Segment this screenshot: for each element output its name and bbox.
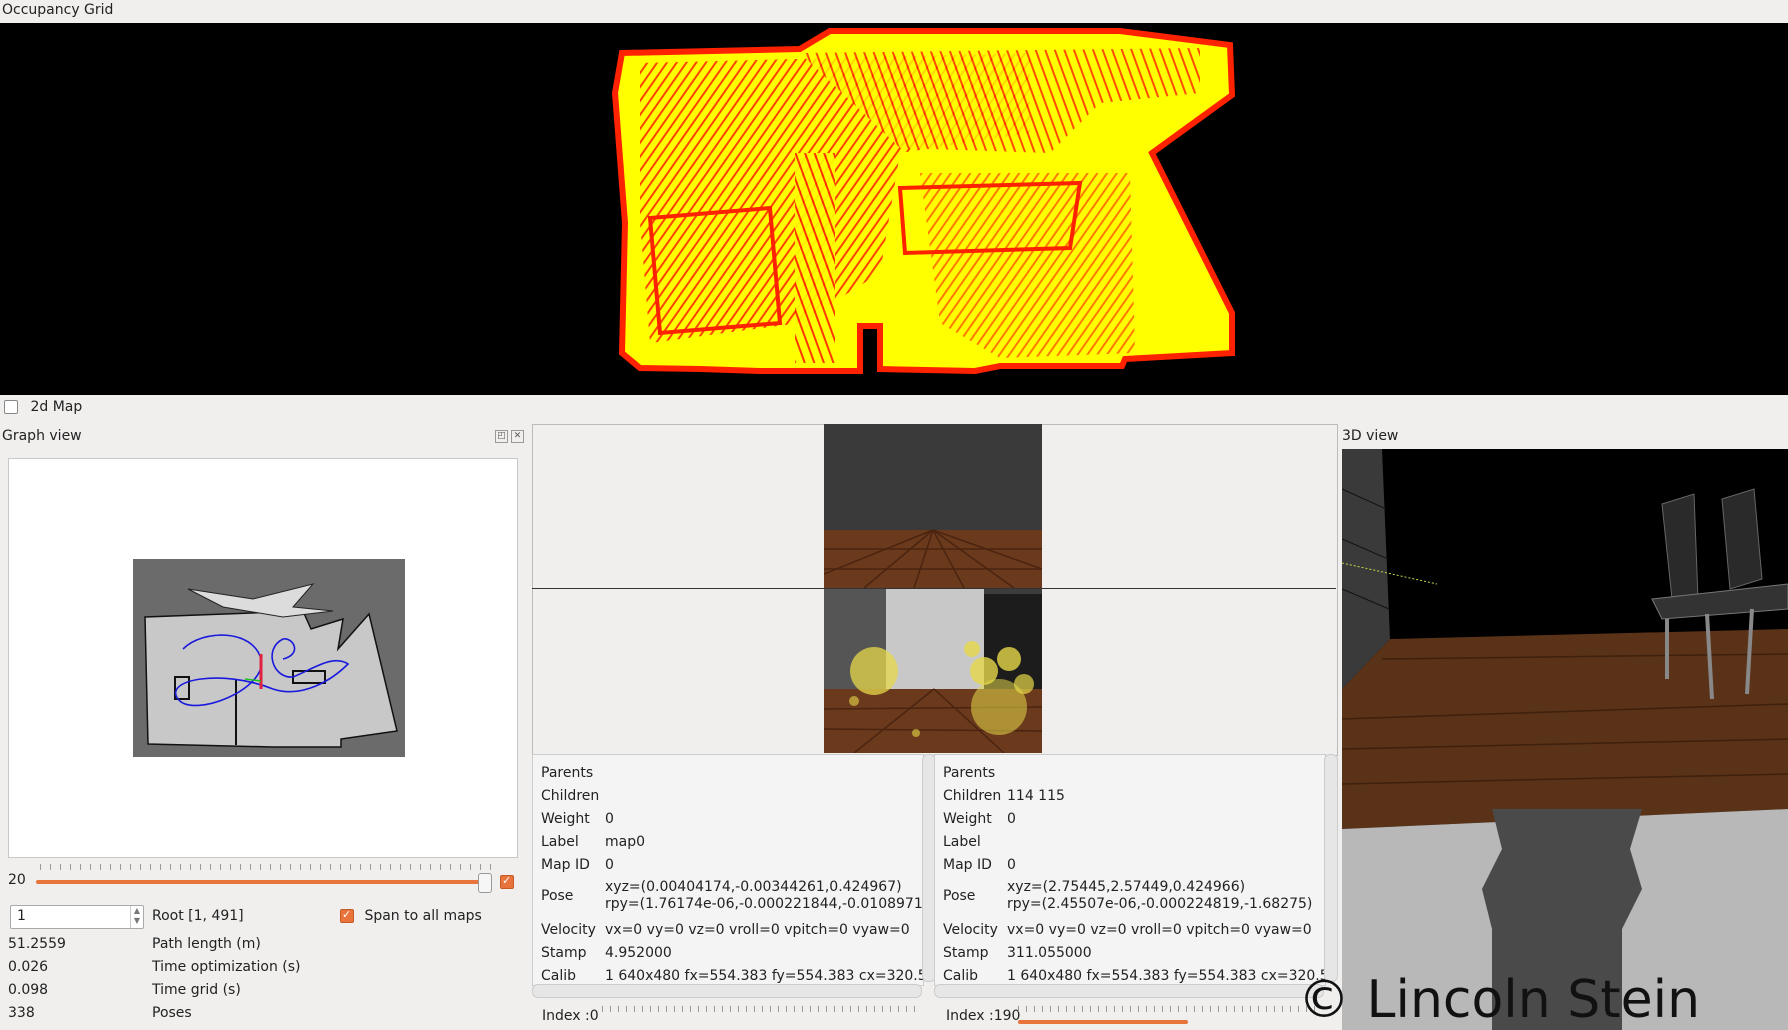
info-key: Calib bbox=[943, 968, 979, 984]
info-value: vx=0 vy=0 vz=0 vroll=0 vpitch=0 vyaw=0 bbox=[1007, 922, 1312, 938]
info-value: 114 115 bbox=[1007, 788, 1065, 804]
info-key: Children bbox=[541, 788, 600, 804]
span-all-maps-checkbox[interactable]: Span to all maps bbox=[340, 908, 482, 924]
watermark-text: © Lincoln Stein bbox=[1298, 970, 1701, 1030]
stat-value: 0.098 bbox=[8, 982, 49, 998]
info-value: rpy=(2.45507e-06,-0.000224819,-1.68275) bbox=[1007, 896, 1313, 912]
3d-view-title: 3D view bbox=[1342, 428, 1399, 444]
info-value: 311.055000 bbox=[1007, 945, 1092, 961]
info-value: map0 bbox=[605, 834, 646, 850]
stat-label: Poses bbox=[152, 1005, 192, 1021]
info-key: Label bbox=[541, 834, 579, 850]
info-key: Pose bbox=[541, 888, 574, 904]
info-value: 0 bbox=[605, 857, 614, 873]
graph-iteration-slider[interactable]: 20 bbox=[8, 862, 516, 902]
node-right-image bbox=[824, 589, 1042, 753]
info-key: Stamp bbox=[541, 945, 587, 961]
slider-ticks bbox=[40, 864, 492, 870]
info-key: Velocity bbox=[943, 922, 998, 938]
info-key: Stamp bbox=[943, 945, 989, 961]
2d-map-label: 2d Map bbox=[30, 399, 83, 415]
node-left-hscroll[interactable] bbox=[532, 984, 922, 998]
info-key: Parents bbox=[541, 765, 594, 781]
node-left-index-slider[interactable] bbox=[602, 1006, 918, 1012]
root-spinbox-value: 1 bbox=[17, 908, 26, 924]
node-left-info: Parents Children Weight 0 Label map0 Map… bbox=[532, 754, 924, 986]
node-left-index-label: Index :0 bbox=[542, 1008, 599, 1024]
occupancy-map-image bbox=[611, 28, 1236, 375]
graph-view-canvas[interactable] bbox=[8, 458, 518, 858]
spinbox-arrows-icon[interactable]: ▲ ▼ bbox=[130, 906, 143, 928]
slider-handle[interactable] bbox=[478, 873, 492, 893]
info-value: xyz=(2.75445,2.57449,0.424966) bbox=[1007, 879, 1246, 895]
slider-value: 20 bbox=[8, 872, 26, 888]
info-key: Children bbox=[943, 788, 1002, 804]
info-value: 4.952000 bbox=[605, 945, 672, 961]
info-key: Weight bbox=[541, 811, 590, 827]
root-label: Root [1, 491] bbox=[152, 908, 244, 924]
info-key: Label bbox=[943, 834, 981, 850]
slider-enable-checkbox[interactable] bbox=[500, 874, 514, 889]
info-key: Calib bbox=[541, 968, 577, 984]
info-value: 0 bbox=[1007, 857, 1016, 873]
node-right-index-label: Index :190 bbox=[946, 1008, 1021, 1024]
info-value: vx=0 vy=0 vz=0 vroll=0 vpitch=0 vyaw=0 bbox=[605, 922, 910, 938]
2d-map-check[interactable] bbox=[4, 400, 18, 414]
info-key: Pose bbox=[943, 888, 976, 904]
graph-map-image bbox=[133, 559, 405, 757]
stat-value: 51.2559 bbox=[8, 936, 66, 952]
float-icon[interactable]: ◰ bbox=[495, 430, 508, 443]
root-spinbox[interactable]: 1 ▲ ▼ bbox=[10, 905, 144, 929]
info-value: xyz=(0.00404174,-0.00344261,0.424967) bbox=[605, 879, 902, 895]
stat-value: 0.026 bbox=[8, 959, 49, 975]
info-value: 0 bbox=[605, 811, 614, 827]
2d-map-checkbox[interactable]: 2d Map bbox=[4, 399, 82, 415]
info-key: Map ID bbox=[943, 857, 992, 873]
span-all-maps-check[interactable] bbox=[340, 908, 354, 923]
stat-label: Time optimization (s) bbox=[152, 959, 301, 975]
occupancy-grid-title: Occupancy Grid bbox=[2, 2, 114, 18]
close-icon[interactable]: ✕ bbox=[511, 430, 524, 443]
graph-view-dock-buttons: ◰ ✕ bbox=[492, 428, 524, 443]
stat-value: 338 bbox=[8, 1005, 35, 1021]
info-key: Parents bbox=[943, 765, 996, 781]
info-value: rpy=(1.76174e-06,-0.000221844,-0.0108971… bbox=[605, 896, 924, 912]
stat-label: Path length (m) bbox=[152, 936, 261, 952]
node-left-image bbox=[823, 424, 1043, 589]
stat-label: Time grid (s) bbox=[152, 982, 241, 998]
occupancy-grid-canvas[interactable] bbox=[0, 23, 1788, 395]
info-key: Map ID bbox=[541, 857, 590, 873]
3d-view-canvas[interactable] bbox=[1342, 449, 1788, 1030]
info-key: Velocity bbox=[541, 922, 596, 938]
info-key: Weight bbox=[943, 811, 992, 827]
info-value: 1 640x480 fx=554.383 fy=554.383 cx=320.5… bbox=[605, 968, 924, 984]
info-value: 1 640x480 fx=554.383 fy=554.383 cx=320.5… bbox=[1007, 968, 1326, 984]
span-all-maps-label: Span to all maps bbox=[364, 908, 482, 924]
graph-view-title: Graph view bbox=[2, 428, 82, 444]
slider-track[interactable] bbox=[36, 880, 488, 884]
node-right-info: Parents Children 114 115 Weight 0 Label … bbox=[934, 754, 1326, 986]
node-right-vscroll[interactable] bbox=[1324, 754, 1338, 982]
info-value: 0 bbox=[1007, 811, 1016, 827]
node-right-index-slider[interactable] bbox=[1018, 1006, 1318, 1012]
node-right-index-fill bbox=[1018, 1020, 1188, 1024]
node-right-hscroll[interactable] bbox=[934, 984, 1324, 998]
